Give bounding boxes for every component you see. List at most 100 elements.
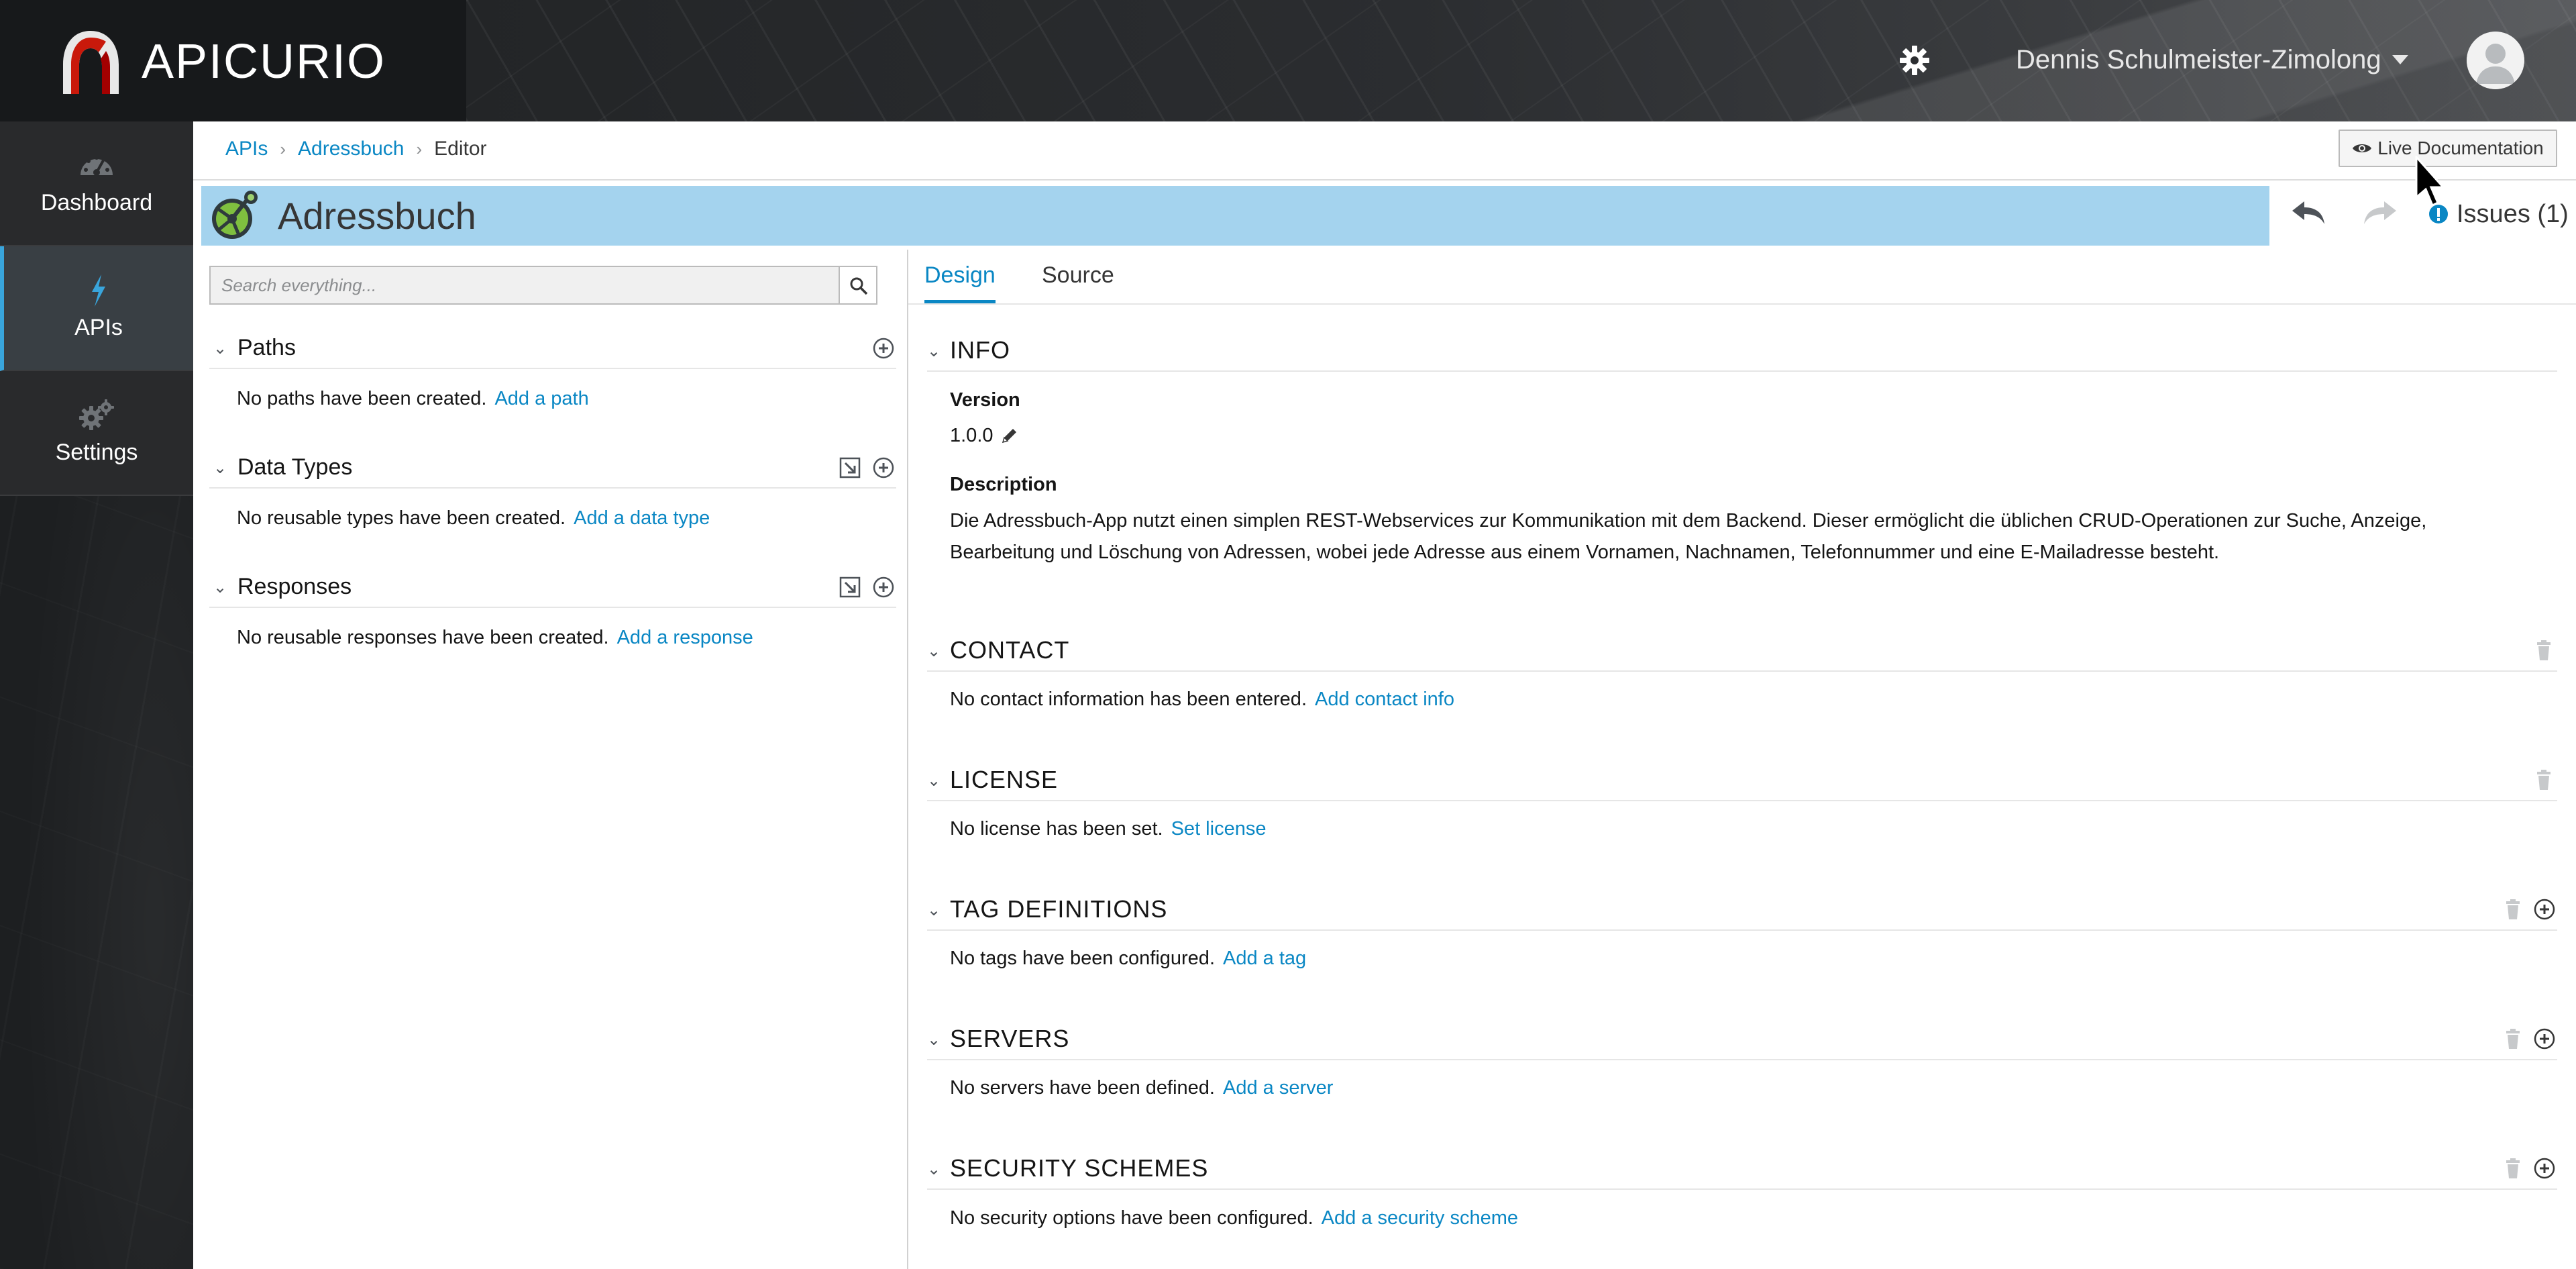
nav-label: Settings (55, 440, 138, 465)
security-schemes-section-title: SECURITY SCHEMES (950, 1154, 1209, 1182)
import-response-icon[interactable] (839, 576, 861, 599)
bolt-icon (92, 274, 105, 307)
responses-empty-text: No reusable responses have been created. (237, 627, 609, 648)
data-types-section-title: Data Types (237, 454, 353, 480)
tag-definitions-section-header[interactable]: ⌄ TAG DEFINITIONS (927, 889, 2557, 931)
data-types-section-header[interactable]: ⌄ Data Types (209, 447, 896, 489)
eye-icon (2353, 144, 2372, 152)
breadcrumb-apis[interactable]: APIs (225, 138, 268, 160)
chevron-down-icon[interactable]: ⌄ (213, 568, 228, 608)
servers-section-header[interactable]: ⌄ SERVERS (927, 1019, 2557, 1060)
version-value: 1.0.0 (950, 422, 1019, 449)
gear-icon[interactable] (1897, 43, 1932, 78)
nav-label: APIs (74, 315, 123, 340)
license-section-header[interactable]: ⌄ LICENSE (927, 760, 2557, 801)
add-security-scheme-plus-icon[interactable] (2533, 1157, 2556, 1180)
redo-icon[interactable] (2360, 196, 2399, 228)
chevron-down-icon[interactable]: ⌄ (927, 1150, 942, 1190)
chevron-down-icon[interactable]: ⌄ (927, 332, 942, 372)
contact-empty-text: No contact information has been entered. (950, 689, 1307, 710)
chevron-down-icon[interactable]: ⌄ (213, 329, 228, 369)
set-license-link[interactable]: Set license (1171, 818, 1267, 840)
tag-definitions-empty-text: No tags have been configured. (950, 948, 1215, 969)
add-response-plus-icon[interactable] (872, 576, 895, 599)
add-path-link[interactable]: Add a path (494, 388, 588, 409)
search-input[interactable]: Search everything... (209, 266, 840, 305)
undo-icon[interactable] (2290, 196, 2328, 228)
add-tag-link[interactable]: Add a tag (1223, 948, 1306, 969)
chevron-down-icon[interactable]: ⌄ (927, 1020, 942, 1060)
version-text: 1.0.0 (950, 425, 994, 446)
api-logo-icon (212, 191, 258, 239)
breadcrumb-current: Editor (434, 138, 487, 160)
breadcrumb: APIs › Adressbuch › Editor (225, 132, 487, 166)
pencil-icon[interactable] (1000, 426, 1019, 445)
user-menu[interactable]: Dennis Schulmeister-Zimolong (2016, 40, 2381, 79)
add-data-type-plus-icon[interactable] (872, 456, 895, 479)
delete-contact-trash-icon[interactable] (2535, 640, 2553, 661)
license-empty-message: No license has been set. Set license (950, 815, 1266, 842)
paths-empty-message: No paths have been created. Add a path (237, 385, 589, 412)
issues-label: Issues (1) (2457, 200, 2569, 228)
security-schemes-empty-text: No security options have been configured… (950, 1207, 1313, 1229)
apicurio-logo-icon (63, 31, 119, 94)
contact-section-title: CONTACT (950, 636, 1070, 664)
tabs-divider (908, 303, 2576, 305)
live-documentation-label: Live Documentation (2377, 138, 2544, 158)
paths-empty-text: No paths have been created. (237, 388, 487, 409)
search-button[interactable] (839, 266, 877, 305)
add-server-link[interactable]: Add a server (1223, 1077, 1333, 1099)
delete-license-trash-icon[interactable] (2535, 769, 2553, 791)
live-documentation-button[interactable]: Live Documentation (2339, 130, 2557, 167)
info-section-title: INFO (950, 336, 1010, 364)
contact-section-header[interactable]: ⌄ CONTACT (927, 630, 2557, 672)
add-tag-plus-icon[interactable] (2533, 898, 2556, 921)
chevron-down-icon[interactable]: ⌄ (927, 631, 942, 672)
issues-button[interactable]: Issues (1) (2428, 195, 2569, 234)
add-data-type-link[interactable]: Add a data type (574, 507, 710, 529)
brand-logo[interactable]: APICURIO (59, 27, 386, 97)
tag-definitions-section-title: TAG DEFINITIONS (950, 895, 1168, 923)
tab-design[interactable]: Design (924, 255, 996, 303)
description-label: Description (950, 474, 1057, 495)
nav-item-dashboard[interactable]: Dashboard (0, 121, 193, 246)
paths-section-title: Paths (237, 335, 296, 360)
servers-empty-text: No servers have been defined. (950, 1077, 1215, 1099)
tab-source[interactable]: Source (1042, 255, 1114, 303)
add-response-link[interactable]: Add a response (617, 627, 753, 648)
security-schemes-empty-message: No security options have been configured… (950, 1205, 1518, 1231)
chevron-down-icon[interactable]: ⌄ (927, 891, 942, 931)
nav-item-apis[interactable]: APIs (0, 246, 193, 371)
responses-section-header[interactable]: ⌄ Responses (209, 566, 896, 608)
paths-section-header[interactable]: ⌄ Paths (209, 327, 896, 369)
delete-security-schemes-trash-icon[interactable] (2504, 1158, 2522, 1179)
cogs-icon (79, 399, 114, 430)
user-avatar[interactable] (2467, 32, 2524, 89)
chevron-down-icon[interactable]: ⌄ (927, 761, 942, 801)
license-section-title: LICENSE (950, 766, 1059, 793)
delete-servers-trash-icon[interactable] (2504, 1028, 2522, 1050)
add-contact-info-link[interactable]: Add contact info (1315, 689, 1454, 710)
delete-tags-trash-icon[interactable] (2504, 899, 2522, 920)
caret-down-icon[interactable] (2392, 55, 2408, 64)
breadcrumb-adressbuch[interactable]: Adressbuch (298, 138, 404, 160)
chevron-down-icon[interactable]: ⌄ (213, 448, 228, 489)
user-avatar-icon (2467, 32, 2524, 89)
api-title-bar (201, 186, 2269, 246)
security-schemes-section-header[interactable]: ⌄ SECURITY SCHEMES (927, 1148, 2557, 1190)
version-label: Version (950, 389, 1020, 411)
license-empty-text: No license has been set. (950, 818, 1163, 840)
api-title: Adressbuch (278, 195, 476, 237)
breadcrumb-divider (193, 179, 2576, 181)
add-path-plus-icon[interactable] (872, 337, 895, 360)
add-server-plus-icon[interactable] (2533, 1027, 2556, 1050)
data-types-empty-message: No reusable types have been created. Add … (237, 505, 710, 531)
nav-label: Dashboard (40, 190, 153, 215)
tag-definitions-empty-message: No tags have been configured. Add a tag (950, 945, 1306, 972)
info-section-header[interactable]: ⌄ INFO (927, 330, 2557, 372)
search-icon (850, 277, 868, 295)
description-text[interactable]: Die Adressbuch-App nutzt einen simplen R… (950, 505, 2526, 568)
nav-item-settings[interactable]: Settings (0, 371, 193, 496)
import-data-type-icon[interactable] (839, 456, 861, 479)
add-security-scheme-link[interactable]: Add a security scheme (1322, 1207, 1518, 1229)
